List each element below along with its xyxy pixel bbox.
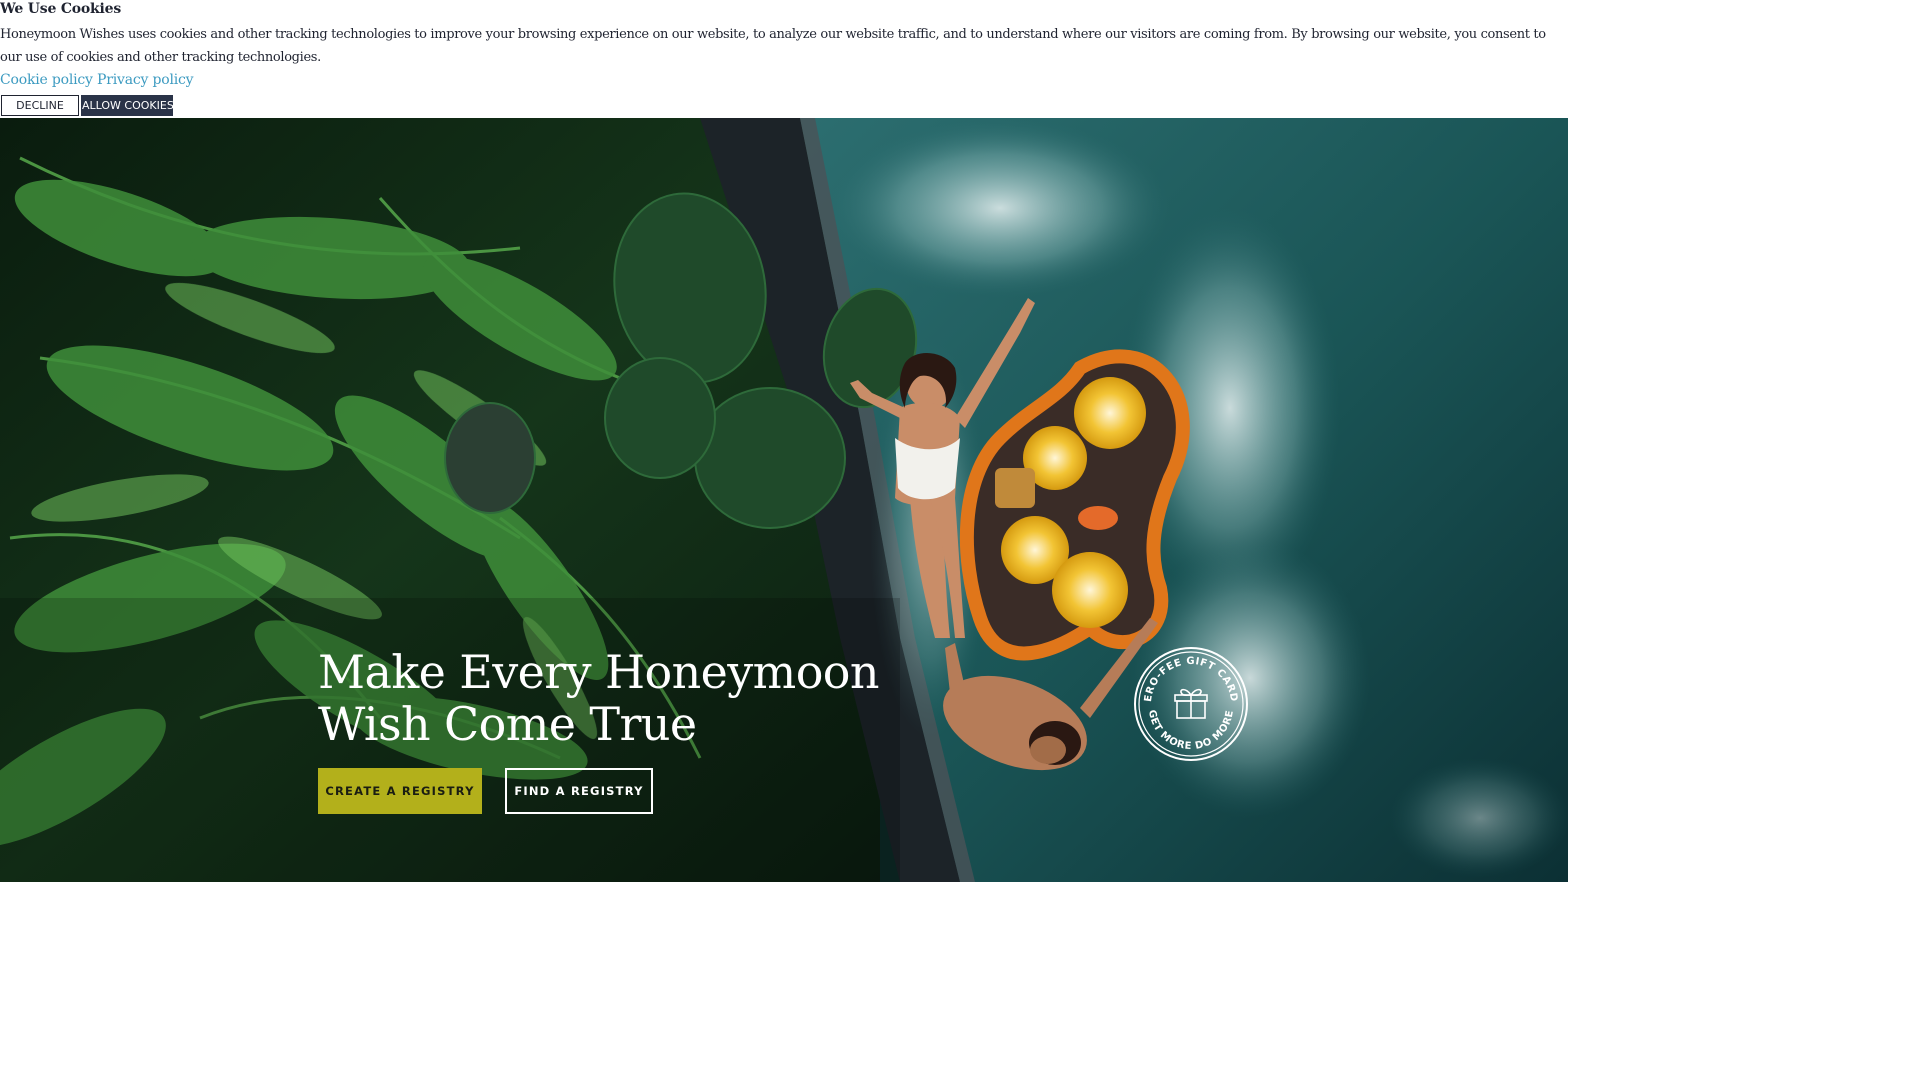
zero-fee-gift-cards-badge[interactable]: ZERO-FEE GIFT CARDS GET MORE DO MORE bbox=[1132, 645, 1250, 763]
hero-heading: Make Every Honeymoon Wish Come True bbox=[318, 645, 880, 751]
privacy-policy-link[interactable]: Privacy policy bbox=[97, 72, 194, 88]
cookie-banner-text: Honeymoon Wishes uses cookies and other … bbox=[0, 27, 1546, 65]
allow-cookies-button[interactable]: ALLOW COOKIES bbox=[81, 95, 173, 116]
create-registry-button[interactable]: CREATE A REGISTRY bbox=[318, 768, 482, 814]
gift-icon bbox=[1174, 688, 1208, 719]
hero-background-image bbox=[0, 118, 1568, 882]
decline-cookies-button[interactable]: DECLINE bbox=[1, 95, 79, 116]
hero-section: Make Every Honeymoon Wish Come True CREA… bbox=[0, 118, 1568, 882]
hero-heading-line-1: Make Every Honeymoon bbox=[318, 645, 880, 699]
cookie-banner-links: Cookie policy Privacy policy bbox=[0, 69, 194, 92]
cookie-policy-link[interactable]: Cookie policy bbox=[0, 72, 93, 88]
cookie-banner: We Use Cookies Honeymoon Wishes uses coo… bbox=[0, 0, 1568, 118]
find-registry-button[interactable]: FIND A REGISTRY bbox=[505, 768, 653, 814]
hero-heading-line-2: Wish Come True bbox=[318, 697, 697, 751]
cookie-banner-title: We Use Cookies bbox=[0, 1, 122, 17]
